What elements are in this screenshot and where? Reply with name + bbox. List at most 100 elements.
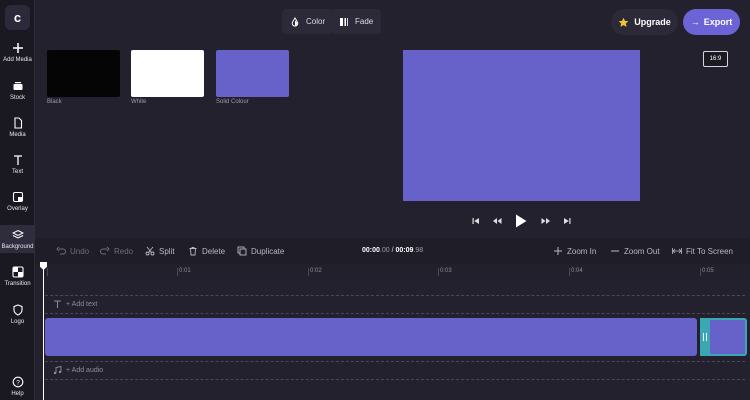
swatch-label: Black bbox=[47, 99, 62, 105]
sidebar: c Add Media Stock Media Text Overlay Bac… bbox=[0, 0, 35, 400]
undo-icon bbox=[56, 246, 66, 255]
current-time-fraction: .00 bbox=[379, 247, 390, 254]
sidebar-item-label: Text bbox=[11, 169, 23, 175]
delete-button[interactable]: Delete bbox=[188, 246, 225, 256]
add-text-label: + Add text bbox=[66, 301, 98, 308]
ruler-tick bbox=[700, 268, 701, 276]
trash-icon bbox=[189, 247, 197, 256]
file-icon bbox=[13, 117, 22, 129]
fade-icon bbox=[340, 17, 348, 26]
fit-to-screen-button[interactable]: Fit To Screen bbox=[672, 246, 733, 256]
fit-label: Fit To Screen bbox=[686, 246, 733, 256]
ruler-tick bbox=[177, 268, 178, 276]
background-swatch-black[interactable] bbox=[47, 50, 120, 97]
sidebar-item-stock[interactable]: Stock bbox=[0, 80, 35, 116]
sidebar-item-background[interactable]: Background bbox=[0, 225, 35, 253]
upgrade-label: Upgrade bbox=[634, 17, 671, 27]
logo-letter: c bbox=[13, 10, 22, 25]
add-text-track[interactable]: + Add text bbox=[53, 300, 97, 309]
zoom-in-label: Zoom In bbox=[567, 246, 597, 256]
sidebar-item-overlay[interactable]: Overlay bbox=[0, 191, 35, 227]
track-divider bbox=[45, 295, 745, 296]
fast-forward-icon bbox=[541, 218, 550, 224]
color-button-label: Color bbox=[306, 17, 326, 26]
sidebar-item-label: Transition bbox=[4, 281, 31, 287]
split-button[interactable]: Split bbox=[145, 246, 175, 256]
layers-icon bbox=[11, 229, 24, 239]
total-time: 00:09 bbox=[395, 247, 414, 254]
total-time-fraction: .98 bbox=[413, 247, 424, 254]
stock-icon bbox=[13, 82, 22, 90]
aspect-ratio-button[interactable]: 16:9 bbox=[703, 51, 728, 67]
ruler-tick-label: 0:03 bbox=[440, 268, 452, 274]
duplicate-icon bbox=[237, 246, 247, 256]
fade-button-label: Fade bbox=[355, 17, 374, 26]
undo-label: Undo bbox=[70, 246, 90, 256]
scissors-icon bbox=[145, 246, 155, 256]
transition-icon bbox=[11, 266, 24, 278]
redo-icon bbox=[100, 246, 110, 255]
rewind-icon bbox=[493, 218, 502, 224]
playhead[interactable] bbox=[43, 262, 44, 400]
upgrade-button[interactable]: Upgrade bbox=[611, 9, 678, 35]
video-preview bbox=[403, 50, 640, 201]
sidebar-item-label: Logo bbox=[10, 319, 25, 325]
sidebar-item-transition[interactable]: Transition bbox=[0, 266, 35, 302]
arrow-right-icon: → bbox=[690, 17, 700, 27]
music-note-icon bbox=[53, 366, 62, 375]
minus-icon bbox=[611, 250, 619, 252]
sidebar-item-help[interactable]: ? Help bbox=[0, 376, 35, 400]
skip-to-end-button[interactable] bbox=[561, 213, 573, 229]
ruler-tick bbox=[308, 268, 309, 276]
sidebar-item-add-media[interactable]: Add Media bbox=[0, 42, 35, 78]
export-label: Export bbox=[703, 17, 733, 27]
track-divider bbox=[45, 361, 745, 362]
text-icon bbox=[54, 300, 61, 308]
add-audio-track[interactable]: + Add audio bbox=[53, 366, 103, 375]
ruler-tick-label: 0:04 bbox=[571, 268, 583, 274]
sidebar-item-text[interactable]: Text bbox=[0, 154, 35, 190]
sidebar-item-label: Stock bbox=[9, 95, 25, 101]
sidebar-item-label: Media bbox=[9, 132, 26, 138]
redo-button[interactable]: Redo bbox=[100, 246, 133, 256]
zoom-in-button[interactable]: Zoom In bbox=[553, 246, 596, 256]
track-divider bbox=[45, 313, 745, 314]
timeline-ruler[interactable] bbox=[35, 264, 750, 278]
color-button[interactable]: Color bbox=[282, 9, 334, 34]
overlay-icon bbox=[12, 191, 23, 203]
fast-forward-button[interactable] bbox=[539, 213, 553, 229]
swatch-label: White bbox=[131, 99, 147, 105]
skip-to-start-button[interactable] bbox=[470, 213, 482, 229]
fade-button[interactable]: Fade bbox=[331, 9, 382, 34]
ruler-tick bbox=[47, 268, 48, 276]
swatch-label: Solid Colour bbox=[216, 99, 249, 105]
aspect-ratio-label: 16:9 bbox=[709, 56, 722, 62]
track-divider bbox=[45, 379, 745, 380]
sidebar-item-media[interactable]: Media bbox=[0, 117, 35, 153]
background-swatch-solid-colour[interactable] bbox=[216, 50, 289, 97]
ruler-tick-label: 0:05 bbox=[702, 268, 714, 274]
sidebar-item-label: Add Media bbox=[3, 57, 32, 63]
app-logo[interactable]: c bbox=[5, 5, 30, 30]
undo-button[interactable]: Undo bbox=[56, 246, 89, 256]
video-clip[interactable] bbox=[45, 318, 697, 356]
split-label: Split bbox=[159, 246, 175, 256]
export-button[interactable]: → Export bbox=[683, 9, 740, 35]
add-audio-label: + Add audio bbox=[66, 367, 104, 374]
plus-icon bbox=[12, 43, 23, 53]
sidebar-item-logo[interactable]: Logo bbox=[0, 304, 35, 340]
droplet-icon bbox=[291, 16, 299, 27]
text-icon bbox=[13, 155, 22, 165]
svg-text:?: ? bbox=[16, 379, 20, 386]
zoom-out-button[interactable]: Zoom Out bbox=[610, 246, 660, 256]
rewind-button[interactable] bbox=[490, 213, 504, 229]
zoom-out-label: Zoom Out bbox=[624, 246, 660, 256]
ruler-tick bbox=[569, 268, 570, 276]
play-icon bbox=[516, 214, 527, 228]
plus-icon bbox=[554, 247, 562, 255]
background-swatch-white[interactable] bbox=[131, 50, 204, 97]
video-editor: c Add Media Stock Media Text Overlay Bac… bbox=[0, 0, 750, 400]
duplicate-button[interactable]: Duplicate bbox=[237, 246, 284, 256]
play-button[interactable] bbox=[513, 213, 529, 229]
clip-trim-handle[interactable] bbox=[700, 318, 710, 356]
